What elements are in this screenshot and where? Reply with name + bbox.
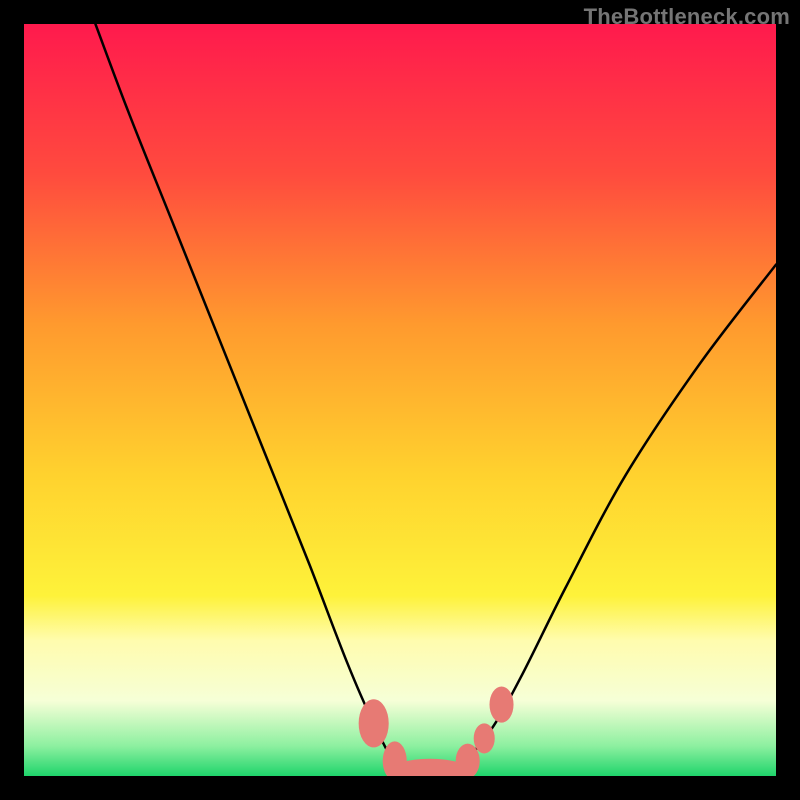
marker-4 [474,723,495,753]
chart-frame: TheBottleneck.com [0,0,800,800]
marker-5 [489,687,513,723]
chart-svg [24,24,776,776]
gradient-background [24,24,776,776]
marker-0 [359,699,389,747]
plot-area [24,24,776,776]
